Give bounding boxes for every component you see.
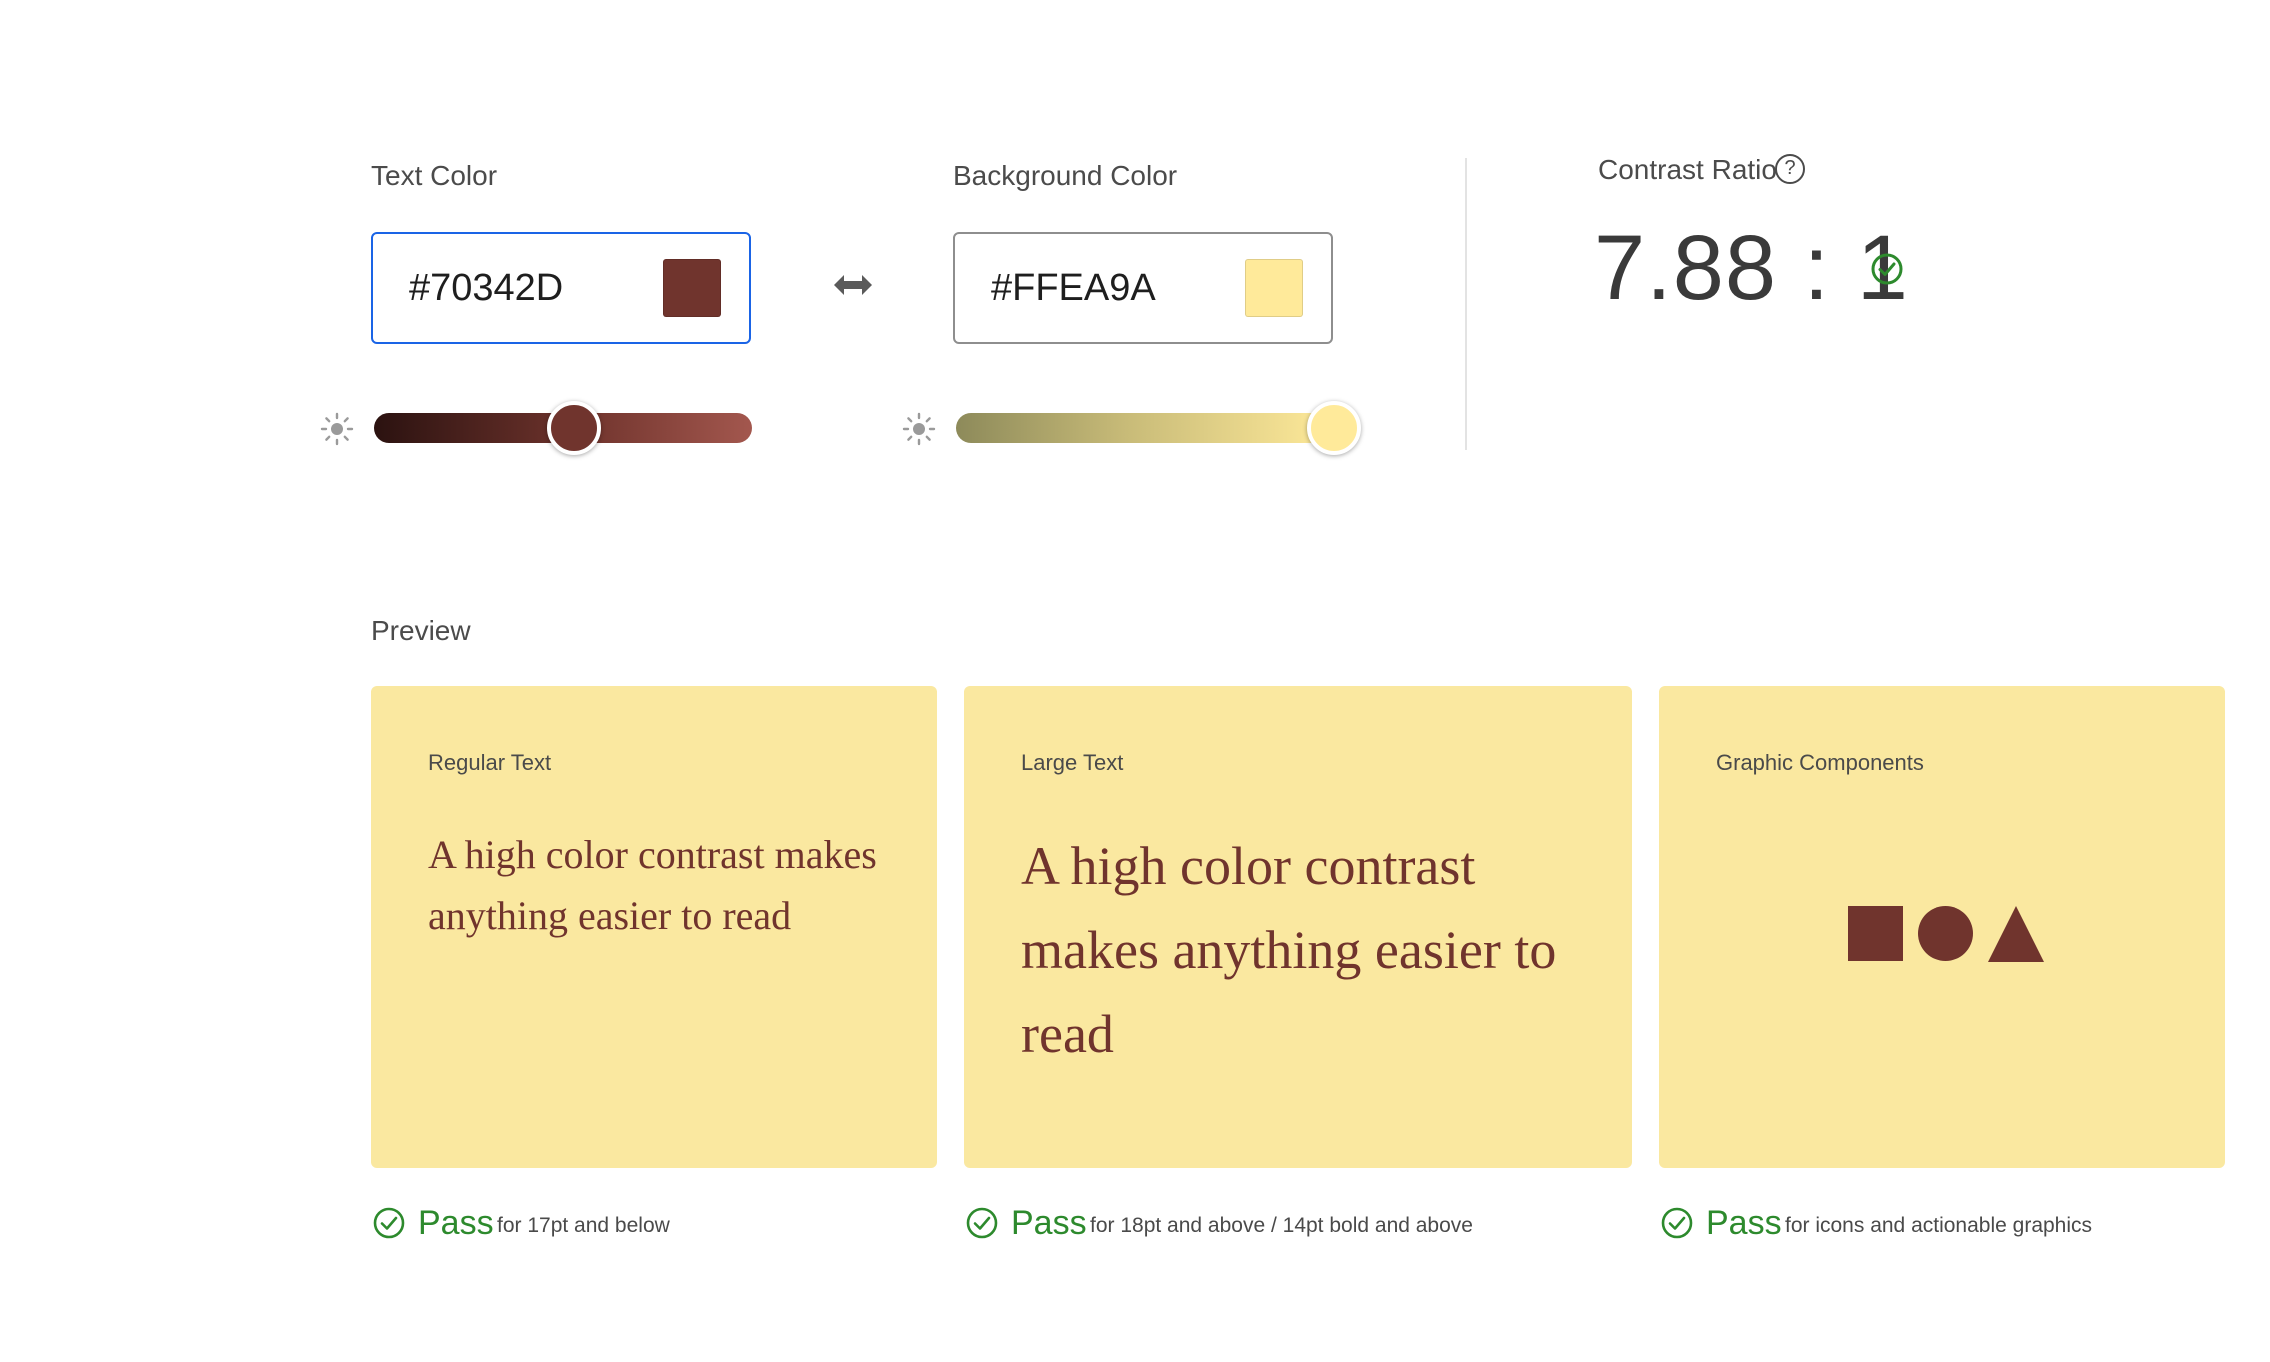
- sample-text: A high color contrast makes anything eas…: [1021, 836, 1557, 1064]
- card-title: Regular Text: [428, 750, 552, 775]
- background-slider-track[interactable]: [956, 413, 1334, 443]
- background-slider-thumb[interactable]: [1307, 401, 1361, 455]
- triangle-shape: [1988, 906, 2044, 962]
- square-shape: [1848, 906, 1903, 961]
- background-color-swatch[interactable]: [1245, 259, 1303, 317]
- swap-horizontal-icon[interactable]: [832, 270, 874, 300]
- text-color-swatch[interactable]: [663, 259, 721, 317]
- circle-shape: [1918, 906, 1973, 961]
- preview-title: Preview: [371, 615, 471, 646]
- card-title: Graphic Components: [1716, 750, 1924, 775]
- text-color-input[interactable]: [409, 266, 629, 310]
- regular-text-card: Regular Text A high color contrast makes…: [371, 686, 937, 1168]
- brightness-icon: [320, 412, 354, 446]
- check-circle-icon: [373, 1207, 405, 1239]
- check-circle-icon: [966, 1207, 998, 1239]
- pass-label: Pass: [1706, 1204, 1782, 1242]
- brightness-icon: [902, 412, 936, 446]
- text-slider-thumb[interactable]: [547, 401, 602, 455]
- sample-text: A high color contrast makes anything eas…: [428, 832, 877, 938]
- text-color-label: Text Color: [371, 160, 498, 191]
- pass-label: Pass: [1011, 1204, 1087, 1242]
- background-color-field[interactable]: [953, 232, 1333, 344]
- contrast-ratio-value: 7.88 : 1: [1594, 217, 1909, 319]
- help-icon[interactable]: ?: [1775, 154, 1805, 184]
- check-circle-icon: [1871, 253, 1903, 285]
- pass-note: for 17pt and below: [497, 1214, 670, 1237]
- section-divider: [1465, 158, 1467, 450]
- card-title: Large Text: [1021, 750, 1124, 775]
- text-brightness-slider[interactable]: [374, 401, 752, 455]
- background-color-label: Background Color: [953, 160, 1178, 191]
- contrast-ratio-label: Contrast Ratio: [1598, 154, 1777, 185]
- text-color-field[interactable]: [371, 232, 751, 344]
- large-text-card: Large Text A high color contrast makes a…: [964, 686, 1632, 1168]
- pass-note: for 18pt and above / 14pt bold and above: [1090, 1214, 1473, 1237]
- background-brightness-slider[interactable]: [956, 401, 1361, 455]
- pass-note: for icons and actionable graphics: [1785, 1214, 2093, 1237]
- graphic-components-card: Graphic Components: [1659, 686, 2225, 1168]
- check-circle-icon: [1661, 1207, 1693, 1239]
- background-color-input[interactable]: [991, 266, 1211, 310]
- pass-label: Pass: [418, 1204, 494, 1242]
